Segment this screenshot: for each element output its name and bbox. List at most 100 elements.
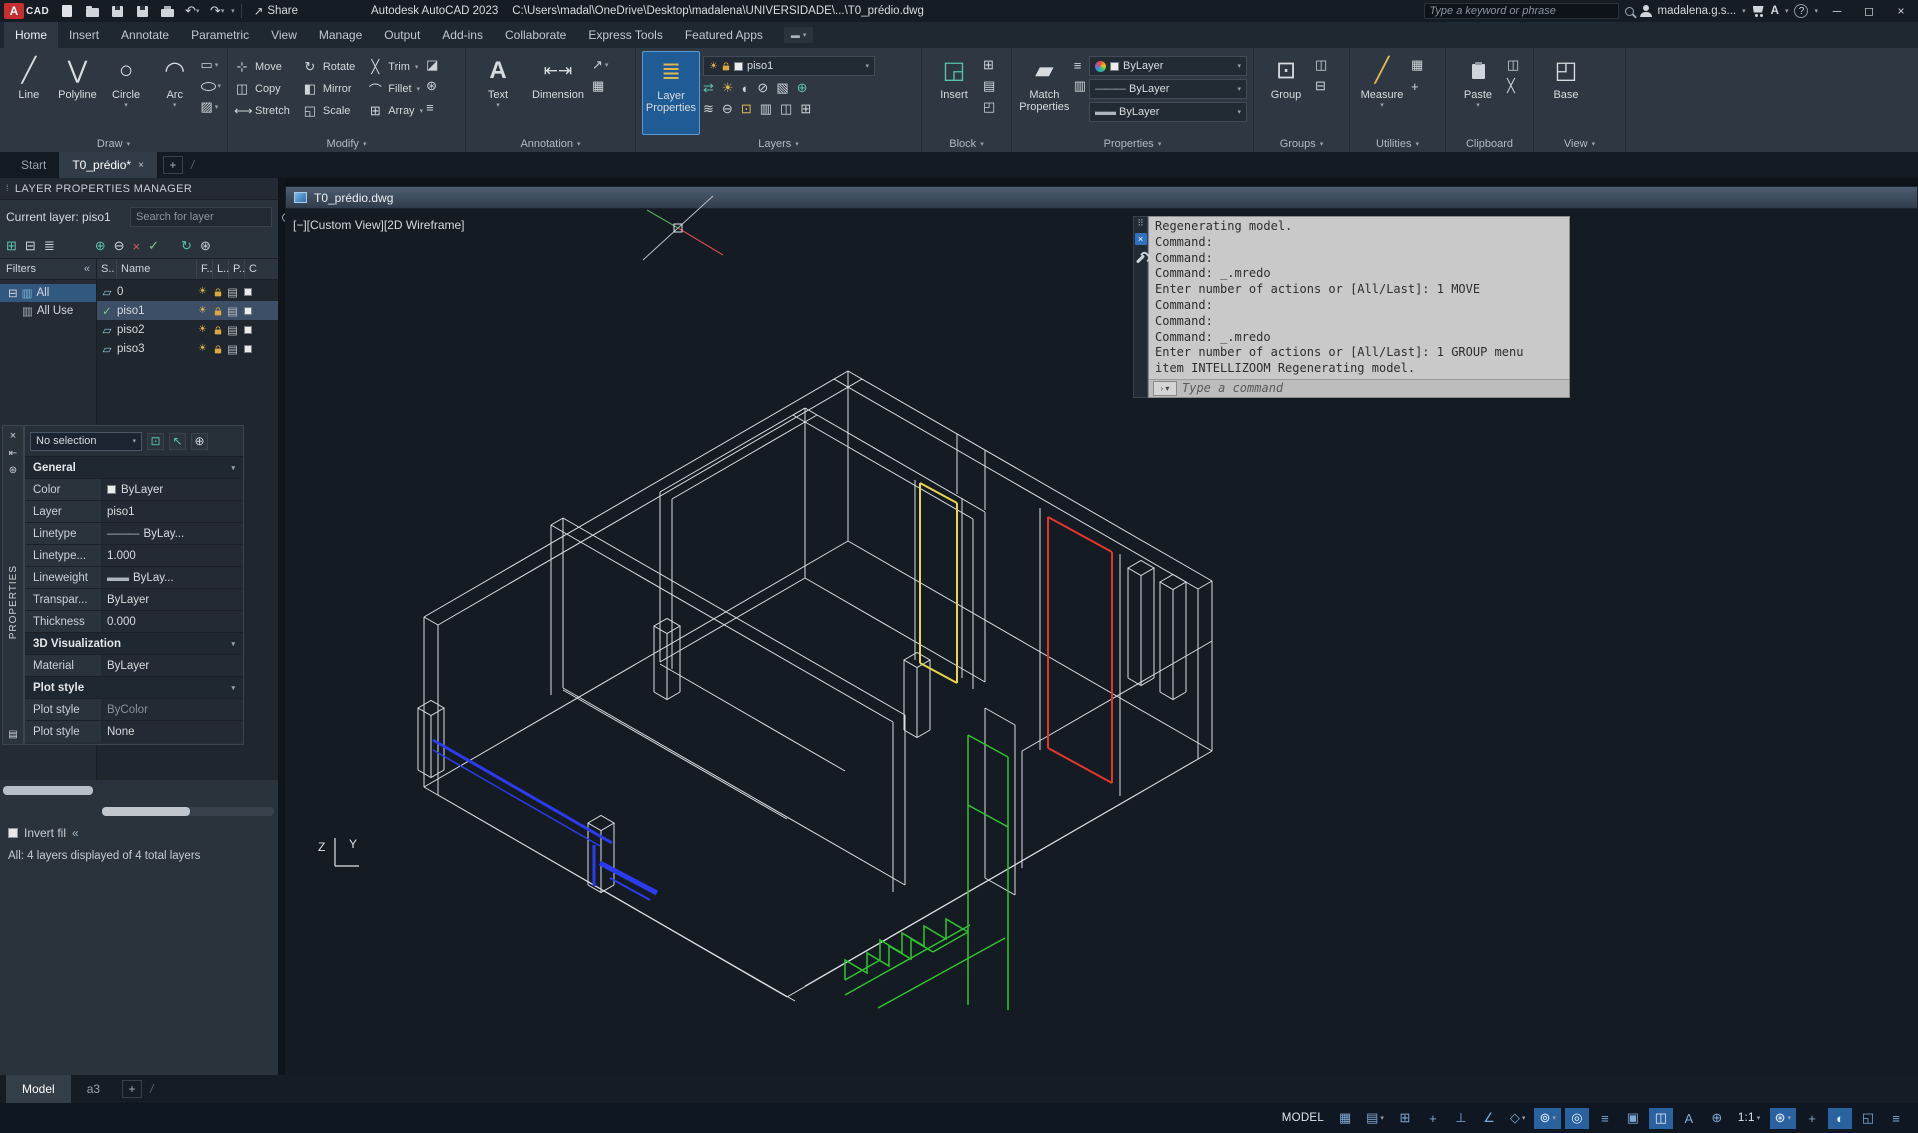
help-caret-icon[interactable]: ▾ [1814,7,1818,15]
property-row[interactable]: Lineweight▬▬ByLay... [25,566,243,588]
tab-model[interactable]: Model [6,1075,71,1103]
properties-grid-icon[interactable]: ▥ [1074,77,1086,95]
layer-row[interactable]: ▱ piso3 ☀ ▤ [97,339,278,358]
wrench-icon[interactable] [1136,254,1145,263]
hatch-button[interactable]: ▨▾ [201,98,222,116]
model-space-toggle[interactable]: MODEL [1277,1108,1329,1129]
account-name[interactable]: madalena.g.s... [1658,5,1737,17]
layer-row[interactable]: ▱ piso2 ☀ ▤ [97,320,278,339]
table-button[interactable]: ▦ [592,77,608,95]
ortho-mode-icon[interactable]: ⊥ [1449,1108,1473,1129]
layer-search[interactable] [130,207,272,227]
copy-clip-button[interactable]: ◫ [1507,56,1519,74]
lineweight-select[interactable]: ▬▬ ByLayer ▾ [1089,102,1247,122]
tab-parametric[interactable]: Parametric [180,22,260,48]
property-row[interactable]: Thickness0.000 [25,610,243,632]
wireframe-floor-lines[interactable] [563,664,845,819]
app-store-caret-icon[interactable]: ▾ [1785,7,1789,15]
panel-label-groups[interactable]: Groups▾ [1254,135,1349,152]
new-layer-frozen-button[interactable]: ⊖ [114,238,125,254]
dimension-button[interactable]: ⇤⇥Dimension [527,51,589,135]
property-row[interactable]: Plot styleByColor [25,698,243,720]
copy-button[interactable]: ◫Copy [234,78,290,100]
layer-lock-icon[interactable] [210,325,225,335]
layer-lock-icon[interactable] [210,287,225,297]
command-window-titlebar[interactable]: ⠿ × [1133,216,1148,398]
text-button[interactable]: AText▾ [472,51,524,135]
close-command-window-icon[interactable]: × [1135,233,1147,245]
cut-clip-button[interactable]: ╳ [1507,77,1519,95]
group-edit-button[interactable]: ⊟ [1315,77,1327,95]
keyword-search[interactable] [1424,3,1619,19]
panel-label-annotation[interactable]: Annotation▾ [466,135,635,152]
panel-label-block[interactable]: Block▾ [922,135,1011,152]
layer-tool-icon[interactable]: ◐ [742,79,750,97]
mirror-button[interactable]: ◧Mirror [302,78,355,100]
layer-tool-icon[interactable]: ◫ [780,100,792,118]
save-as-button[interactable] [131,2,153,20]
layer-on-icon[interactable]: ☀ [195,324,210,335]
isolate-objects-icon[interactable]: ◐ [1828,1108,1852,1129]
model-viewport[interactable]: [−][Custom View][2D Wireframe] Z Y ⠿ × R… [285,209,1918,1075]
selection-cycling-icon[interactable]: ◫ [1649,1108,1673,1129]
wireframe-outer-walls[interactable] [424,371,1212,1001]
file-tab-start[interactable]: Start [8,152,59,178]
collapse-icon[interactable]: « [72,826,79,840]
wireframe-column[interactable] [1128,561,1154,686]
annotation-autoscale-icon[interactable]: ⊕ [1705,1108,1729,1129]
create-block-button[interactable]: ⊞ [983,56,995,74]
invert-filter-checkbox[interactable] [8,828,18,838]
tab-output[interactable]: Output [373,22,431,48]
layer-row[interactable]: ▱ 0 ☀ ▤ [97,282,278,301]
layer-tool-icon[interactable]: ⇄ [703,79,714,97]
layer-tool-icon[interactable]: ☀ [722,79,734,97]
column-plot[interactable]: P.. [229,259,245,279]
wireframe-interior-wall[interactable] [660,408,817,669]
layer-tool-icon[interactable]: ⊖ [722,100,733,118]
new-property-filter-button[interactable]: ⊞ [6,238,17,254]
polyline-button[interactable]: ⋁Polyline [55,51,101,135]
wireframe-column[interactable] [588,816,614,893]
edit-block-button[interactable]: ▤ [983,77,995,95]
infer-constraints-icon[interactable]: ⊞ [1393,1108,1417,1129]
keyword-search-input[interactable] [1430,5,1613,17]
plot-button[interactable] [156,2,178,20]
object-color-select[interactable]: ByLayer ▾ [1089,56,1247,76]
scrollbar-thumb[interactable] [102,807,190,816]
measure-button[interactable]: ╱Measure▾ [1356,51,1408,135]
layer-color-swatch[interactable] [240,326,255,334]
property-row[interactable]: Transpar...ByLayer [25,588,243,610]
new-tab-button[interactable]: + [163,156,183,174]
layer-states-button[interactable]: ≣ [44,238,55,254]
layer-tool-icon[interactable]: ≋ [703,100,714,118]
ungroup-button[interactable]: ◫ [1315,56,1327,74]
linetype-select[interactable]: ——— ByLayer ▾ [1089,79,1247,99]
ribbon-display-toggle[interactable]: ▬ ▾ [784,27,814,43]
close-tab-icon[interactable]: × [138,160,144,171]
ellipse-button[interactable]: ▾ [201,77,222,95]
viewport-controls[interactable]: [−][Custom View][2D Wireframe] [293,218,465,232]
column-lock[interactable]: L.. [213,259,229,279]
minimize-button[interactable]: ─ [1824,1,1850,21]
tab-annotate[interactable]: Annotate [110,22,180,48]
filter-all[interactable]: ⊟▥All [0,284,96,302]
group-button[interactable]: ⊡Group [1260,51,1312,135]
layer-color-swatch[interactable] [240,307,255,315]
qat-menu-icon[interactable]: ▾ [231,7,235,15]
annotation-visibility-icon[interactable]: A [1677,1108,1701,1129]
tab-manage[interactable]: Manage [308,22,373,48]
redo-button[interactable]: ↷▾ [206,2,228,20]
column-name[interactable]: Name [117,259,197,279]
panel-label-utilities[interactable]: Utilities▾ [1350,135,1445,152]
settings-gear-icon[interactable]: ⊛ [200,238,211,254]
layer-select[interactable]: ☀ piso1 ▾ [703,56,875,76]
layer-plot-icon[interactable]: ▤ [225,323,240,337]
block-editor-button[interactable]: ◰ [983,98,995,116]
line-button[interactable]: ╱Line [6,51,52,135]
property-row[interactable]: Layerpiso1 [25,500,243,522]
account-icon[interactable] [1640,5,1652,17]
rectangle-button[interactable]: ▭▾ [201,56,222,74]
column-color[interactable]: C [245,259,258,279]
expander-icon[interactable]: ⊟ [8,286,18,300]
green-staircase[interactable] [845,735,1008,1010]
